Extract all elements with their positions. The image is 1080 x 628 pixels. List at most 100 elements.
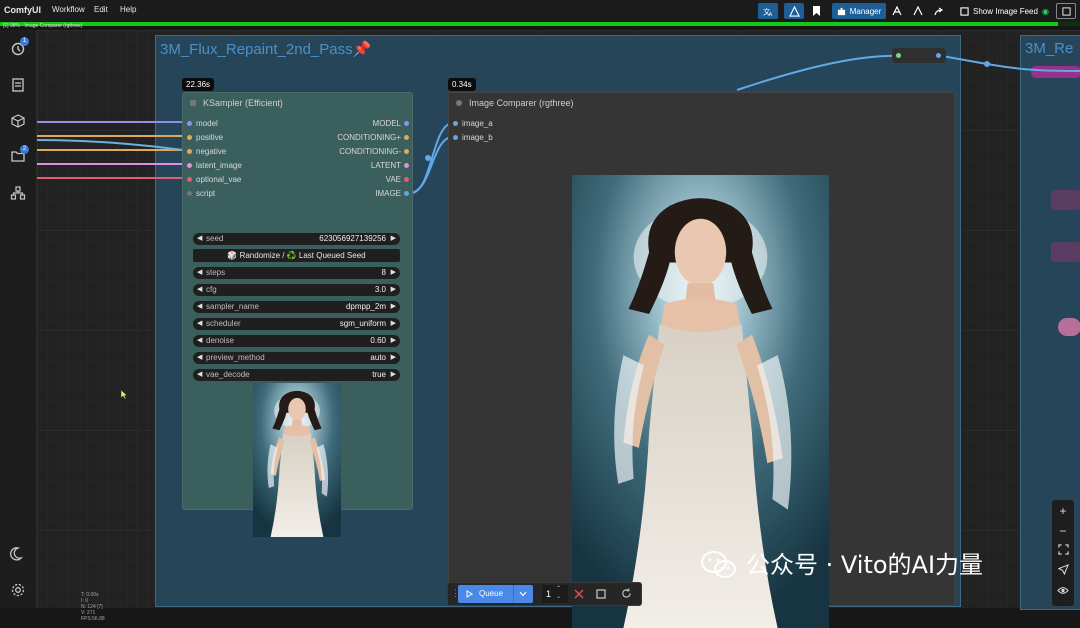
widget-denoise[interactable]: ◀ denoise 0.60 ▶ [193, 335, 400, 347]
batch-count-input[interactable]: 1 [542, 585, 568, 603]
decrement-arrow-icon[interactable]: ◀ [197, 335, 202, 347]
increment-arrow-icon[interactable]: ▶ [391, 335, 396, 347]
input-model[interactable]: model [183, 118, 293, 130]
increment-arrow-icon[interactable]: ▶ [391, 267, 396, 279]
reroute-node[interactable] [892, 48, 946, 63]
translate-icon[interactable]: 文A [758, 3, 778, 19]
svg-text:A: A [768, 12, 772, 17]
queue-button[interactable]: Queue [458, 585, 533, 603]
fit-view-icon[interactable] [1056, 544, 1070, 558]
refresh-icon[interactable] [621, 588, 632, 599]
widget-cfg[interactable]: ◀ cfg 3.0 ▶ [193, 284, 400, 296]
select-mode-icon[interactable] [1056, 564, 1070, 578]
widget-value[interactable]: 0.60 [370, 335, 386, 347]
widget-value[interactable]: auto [370, 352, 386, 364]
decrement-arrow-icon[interactable]: ◀ [197, 369, 202, 381]
ksampler-node[interactable]: KSampler (Efficient) model positive negati… [182, 92, 413, 537]
decrement-arrow-icon[interactable]: ◀ [197, 267, 202, 279]
randomize-seed-button[interactable]: 🎲 Randomize / ♻️ Last Queued Seed [193, 249, 400, 262]
widget-value[interactable]: 3.0 [375, 284, 386, 296]
chevron-down-icon[interactable] [519, 591, 527, 597]
increment-arrow-icon[interactable]: ▶ [391, 352, 396, 364]
toggle-links-eye-icon[interactable] [1056, 584, 1070, 598]
widget-value[interactable]: 8 [382, 267, 386, 279]
decrement-arrow-icon[interactable]: ◀ [197, 318, 202, 330]
node-library-icon[interactable] [10, 77, 26, 93]
arrow-forward-icon[interactable] [931, 3, 947, 19]
comparer-title: Image Comparer (rgthree) [469, 98, 574, 108]
image-comparer-node[interactable]: Image Comparer (rgthree) image_a image_b [448, 92, 955, 628]
ksampler-header[interactable]: KSampler (Efficient) [183, 93, 412, 113]
increment-arrow-icon[interactable]: ▶ [391, 301, 396, 313]
stepper-icon[interactable]: ⌃ ⌄ [556, 585, 561, 601]
collapse-toggle-icon[interactable] [456, 100, 462, 106]
left-sidebar: 1 2 [0, 30, 37, 608]
widget-seed[interactable]: ◀ seed 623056927139256 ▶ [193, 233, 400, 245]
settings-gear-icon[interactable] [10, 582, 26, 598]
theme-moon-icon[interactable] [10, 546, 26, 562]
widget-label: sampler_name [206, 302, 259, 311]
decrement-arrow-icon[interactable]: ◀ [197, 352, 202, 364]
widget-sampler-name[interactable]: ◀ sampler_name dpmpp_2m ▶ [193, 301, 400, 313]
widget-value[interactable]: true [372, 369, 386, 381]
output-latent[interactable]: LATENT [302, 160, 412, 172]
increment-arrow-icon[interactable]: ▶ [391, 233, 396, 245]
decrement-arrow-icon[interactable]: ◀ [197, 233, 202, 245]
shapes-icon[interactable] [784, 3, 804, 19]
menu-edit[interactable]: Edit [94, 5, 108, 14]
progress-fill [0, 22, 1059, 26]
widget-value[interactable]: 623056927139256 [319, 233, 386, 245]
input-negative[interactable]: negative [183, 146, 293, 158]
output-model[interactable]: MODEL [302, 118, 412, 130]
cancel-x-icon[interactable] [574, 589, 584, 599]
widget-steps[interactable]: ◀ steps 8 ▶ [193, 267, 400, 279]
stop-icon[interactable] [596, 589, 606, 599]
input-optional-vae[interactable]: optional_vae [183, 174, 293, 186]
widget-vae-decode[interactable]: ◀ vae_decode true ▶ [193, 369, 400, 381]
share-icon[interactable] [889, 3, 905, 19]
input-image-a[interactable]: image_a [449, 118, 569, 130]
reroute-out-dot[interactable] [936, 53, 941, 58]
progress-text: [1] 98% - Image Comparer (rgthree) [3, 23, 83, 29]
menu-help[interactable]: Help [120, 5, 136, 14]
decrement-arrow-icon[interactable]: ◀ [197, 301, 202, 313]
models-badge: 2 [20, 145, 29, 154]
input-image-b[interactable]: image_b [449, 132, 569, 144]
output-conditioning-minus[interactable]: CONDITIONING- [302, 146, 412, 158]
comparer-time-badge: 0.34s [448, 78, 476, 91]
increment-arrow-icon[interactable]: ▶ [391, 318, 396, 330]
graph-canvas[interactable]: 3M_Flux_Repaint_2nd_Pass📌 3M_Re 22.36s 0… [37, 30, 1080, 628]
widget-label: vae_decode [206, 370, 250, 379]
cube-icon[interactable] [10, 113, 26, 129]
comparer-header[interactable]: Image Comparer (rgthree) [449, 93, 954, 113]
play-icon [466, 590, 473, 598]
collapse-toggle-icon[interactable] [190, 100, 196, 106]
widget-label: steps [206, 268, 226, 277]
output-conditioning-plus[interactable]: CONDITIONING+ [302, 132, 412, 144]
zoom-out-icon[interactable]: − [1056, 524, 1070, 538]
increment-arrow-icon[interactable]: ▶ [391, 369, 396, 381]
output-vae[interactable]: VAE [302, 174, 412, 186]
manager-button[interactable]: Manager [832, 3, 886, 19]
menu-workflow[interactable]: Workflow [52, 5, 85, 14]
decrement-arrow-icon[interactable]: ◀ [197, 284, 202, 296]
bookmark-icon[interactable] [808, 3, 824, 19]
zoom-in-icon[interactable]: + [1056, 504, 1070, 518]
increment-arrow-icon[interactable]: ▶ [391, 284, 396, 296]
widget-preview-method[interactable]: ◀ preview_method auto ▶ [193, 352, 400, 364]
workflows-icon[interactable] [10, 185, 26, 201]
output-image[interactable]: IMAGE [302, 188, 412, 200]
reroute-in-dot[interactable] [896, 53, 901, 58]
panel-toggle-icon[interactable] [1056, 3, 1076, 19]
show-image-feed-button[interactable]: Show Image Feed ◉ [955, 3, 1051, 19]
input-latent-image[interactable]: latent_image [183, 160, 293, 172]
widget-label: seed [206, 234, 224, 243]
widget-scheduler[interactable]: ◀ scheduler sgm_uniform ▶ [193, 318, 400, 330]
workflow-icon[interactable] [910, 3, 926, 19]
widget-value[interactable]: dpmpp_2m [346, 301, 386, 313]
input-script[interactable]: script [183, 188, 293, 200]
widget-value[interactable]: sgm_uniform [340, 318, 386, 330]
input-positive[interactable]: positive [183, 132, 293, 144]
widget-label: cfg [206, 285, 217, 294]
queue-label: Queue [479, 589, 504, 598]
